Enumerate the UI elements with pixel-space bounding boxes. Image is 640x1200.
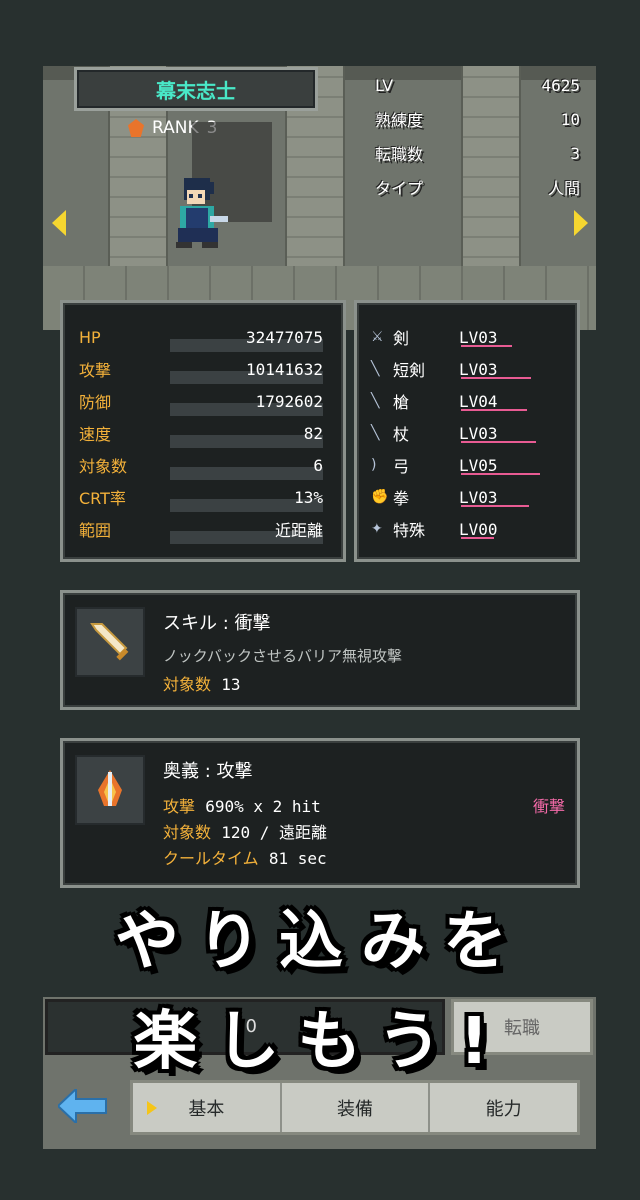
stat-row: 対象数 6 <box>79 449 323 481</box>
stat-row: HP 32477075 <box>79 321 323 353</box>
ultimate-targets: 対象数 120 / 遠距離 <box>163 823 327 842</box>
tab-equipment[interactable]: 装備 <box>282 1083 431 1132</box>
skill-targets: 対象数 13 <box>163 675 241 694</box>
stat-row: 攻撃 10141632 <box>79 353 323 385</box>
tab-ability[interactable]: 能力 <box>430 1083 577 1132</box>
skill-description: ノックバックさせるバリア無視攻撃 <box>163 647 402 665</box>
tab-bar: 基本 装備 能力 <box>130 1080 580 1135</box>
ultimate-effect-tag: 衝撃 <box>532 797 565 816</box>
weapon-progress-bar <box>461 441 536 443</box>
weapon-progress-bar <box>461 345 512 347</box>
bow-icon: ) <box>371 457 377 473</box>
slogan-line-2: 楽しもう! <box>133 1005 507 1079</box>
back-arrow-icon[interactable] <box>53 1081 113 1131</box>
character-name: 幕末志士 <box>74 67 318 111</box>
weapon-row: ╲ 槍 LV04 <box>371 385 567 417</box>
character-info: LV 4625 熟練度 10 転職数 3 タイプ 人間 <box>375 68 580 204</box>
weapon-progress-bar <box>461 473 540 475</box>
stats-panel: HP 32477075 攻撃 10141632 防御 1792602 速度 82 対象数… <box>60 300 346 562</box>
skill-panel[interactable]: スキル : 衝撃 ノックバックさせるバリア無視攻撃 対象数 13 <box>60 590 580 710</box>
weapon-row: ⚔ 剣 LV03 <box>371 321 567 353</box>
info-row: 転職数 3 <box>375 143 580 165</box>
sword-icon: ⚔ <box>371 329 384 345</box>
weapon-progress-bar <box>461 505 529 507</box>
stat-row: 範囲 近距離 <box>79 513 323 545</box>
weapon-row: ✊ 拳 LV03 <box>371 481 567 513</box>
stat-row: 防御 1792602 <box>79 385 323 417</box>
character-sprite <box>176 178 228 248</box>
info-row: LV 4625 <box>375 75 580 95</box>
previous-character-arrow[interactable] <box>52 210 66 236</box>
ultimate-attack: 攻撃 690% x 2 hit <box>163 797 321 816</box>
staff-icon: ╲ <box>371 425 380 441</box>
weapon-progress-bar <box>461 377 531 379</box>
spear-icon: ╲ <box>371 393 380 409</box>
weapon-row: ╲ 短剣 LV03 <box>371 353 567 385</box>
weapon-row: ) 弓 LV05 <box>371 449 567 481</box>
rank-icon <box>128 119 144 137</box>
stat-row: CRT率 13% <box>79 481 323 513</box>
slogan-line-1: やり込みを <box>115 905 525 979</box>
skill-title: スキル : 衝撃 <box>163 613 271 634</box>
skill-sword-icon <box>75 607 145 677</box>
next-character-arrow[interactable] <box>574 210 588 236</box>
stat-row: 速度 82 <box>79 417 323 449</box>
tab-basic[interactable]: 基本 <box>133 1083 282 1132</box>
weapon-row: ╲ 杖 LV03 <box>371 417 567 449</box>
special-icon: ✦ <box>371 521 383 537</box>
selected-indicator-icon <box>147 1100 157 1115</box>
weapon-row: ✦ 特殊 LV00 <box>371 519 498 541</box>
info-row: タイプ 人間 <box>375 179 580 198</box>
weapon-progress-bar <box>461 409 527 411</box>
weapon-proficiency-panel: ⚔ 剣 LV03 ╲ 短剣 LV03 ╲ 槍 LV04 ╲ 杖 LV03 ) 弓 LV05 ✊ 拳 LV… <box>354 300 580 562</box>
weapon-progress-bar <box>461 537 494 539</box>
dagger-icon: ╲ <box>371 361 380 377</box>
info-row: 熟練度 10 <box>375 109 580 131</box>
ultimate-title: 奥義 : 攻撃 <box>163 761 253 782</box>
ultimate-cooldown: クールタイム 81 sec <box>163 849 327 868</box>
ultimate-skill-panel[interactable]: 奥義 : 攻撃 攻撃 690% x 2 hit 衝撃 対象数 120 / 遠距離… <box>60 738 580 888</box>
fist-icon: ✊ <box>371 489 389 505</box>
flame-sword-icon <box>75 755 145 825</box>
